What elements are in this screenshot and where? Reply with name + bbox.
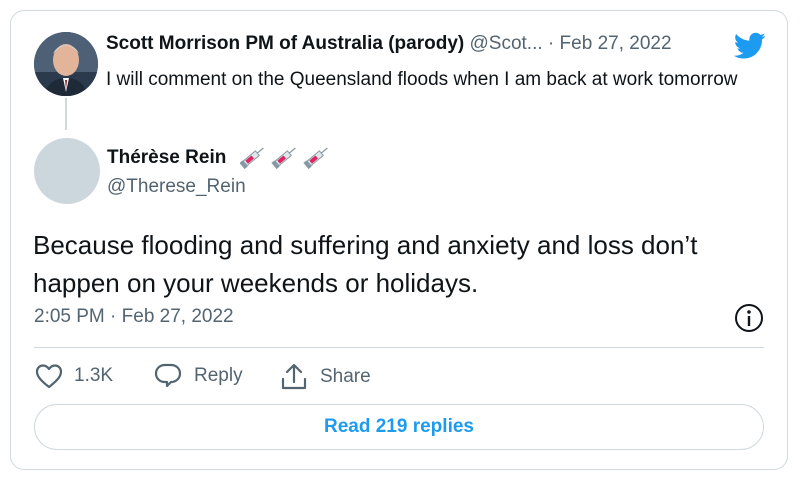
tweet-timestamp[interactable]: 2:05 PM · Feb 27, 2022 <box>34 306 234 328</box>
quoted-author-name[interactable]: Scott Morrison PM of Australia (parody) <box>106 33 464 54</box>
author-handle[interactable]: @Therese_Rein <box>107 176 246 198</box>
like-count: 1.3K <box>74 365 114 386</box>
read-replies-label: Read 219 replies <box>324 416 474 437</box>
divider <box>34 347 764 348</box>
like-button[interactable]: 1.3K <box>34 362 113 390</box>
syringe-icon <box>303 147 328 170</box>
author-name[interactable]: Thérèse Rein <box>107 147 226 169</box>
quoted-tweet-text: I will comment on the Queensland floods … <box>106 69 738 90</box>
twitter-bird-icon[interactable] <box>733 32 766 60</box>
author-avatar[interactable] <box>34 138 100 204</box>
share-button[interactable]: Share <box>278 362 371 392</box>
reply-bubble-icon <box>154 363 182 388</box>
heart-icon <box>35 364 63 389</box>
header-separator: · <box>542 33 560 54</box>
quoted-author-avatar[interactable] <box>34 32 98 96</box>
quoted-tweet-header: Scott Morrison PM of Australia (parody) … <box>106 33 672 55</box>
share-upload-icon <box>281 363 307 390</box>
read-replies-button[interactable]: Read 219 replies <box>34 404 764 450</box>
info-icon[interactable] <box>733 302 765 334</box>
thread-connector-line <box>65 98 67 130</box>
syringe-icon <box>239 147 264 170</box>
quoted-author-handle[interactable]: @Scot... <box>470 33 543 54</box>
reply-button[interactable]: Reply <box>152 362 243 390</box>
quoted-tweet-date[interactable]: Feb 27, 2022 <box>560 33 672 54</box>
share-label: Share <box>320 366 371 387</box>
reply-label: Reply <box>194 365 243 386</box>
name-emoji-group <box>239 142 336 170</box>
syringe-icon <box>271 147 296 170</box>
tweet-text: Because flooding and suffering and anxie… <box>33 230 698 298</box>
